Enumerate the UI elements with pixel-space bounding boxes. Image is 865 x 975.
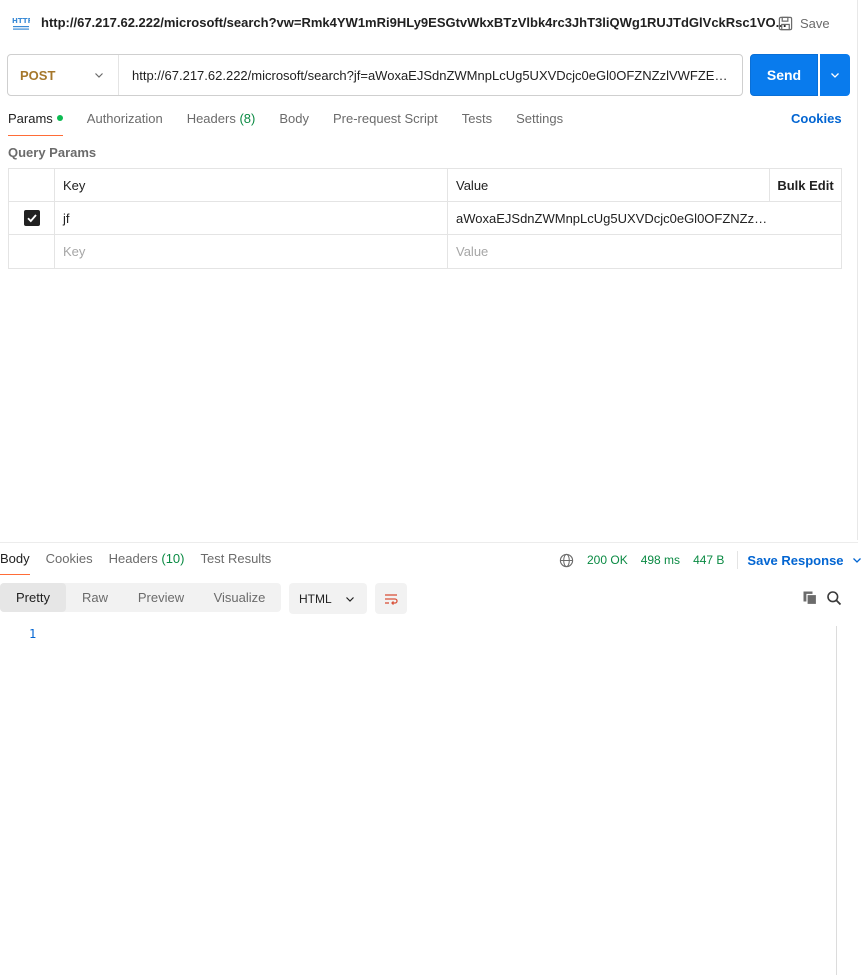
new-value-input[interactable]: Value: [448, 235, 769, 268]
query-params-table: Key Value Bulk Edit jf aWoxaEJSdnZWMnpLc…: [8, 168, 842, 269]
request-tabs: Params Authorization Headers (8) Body Pr…: [8, 108, 587, 136]
status-separator: [737, 551, 739, 569]
tab-headers[interactable]: Headers (8): [187, 108, 256, 136]
empty-checkbox-cell: [9, 235, 55, 268]
tab-tests[interactable]: Tests: [462, 108, 492, 136]
view-pretty[interactable]: Pretty: [0, 583, 66, 612]
tab-params[interactable]: Params: [8, 108, 63, 136]
response-tab-headers-label: Headers: [108, 551, 158, 566]
url-text: http://67.217.62.222/microsoft/search?jf…: [132, 67, 732, 83]
response-size[interactable]: 447 B: [693, 553, 724, 567]
request-title[interactable]: http://67.217.62.222/microsoft/search?vw…: [41, 15, 786, 30]
format-select[interactable]: HTML: [289, 583, 367, 614]
tab-params-label: Params: [8, 111, 53, 126]
pane-divider: [857, 0, 858, 540]
format-label: HTML: [299, 591, 332, 606]
bulk-edit-button[interactable]: Bulk Edit: [769, 169, 841, 201]
copy-icon[interactable]: [802, 590, 818, 606]
chevron-down-icon: [831, 73, 839, 78]
wrap-lines-button[interactable]: [375, 583, 407, 614]
check-icon: [26, 214, 37, 223]
tab-headers-label: Headers: [186, 111, 236, 126]
send-options-button[interactable]: [820, 54, 850, 96]
http-icon: HTTP: [12, 15, 33, 31]
tab-authorization[interactable]: Authorization: [87, 108, 163, 136]
chevron-down-icon: [852, 558, 861, 563]
save-icon: [778, 16, 793, 30]
save-label: Save: [800, 15, 830, 31]
tab-body[interactable]: Body: [279, 108, 309, 136]
status-code[interactable]: 200 OK: [587, 553, 628, 567]
editor-line-number: 1: [29, 627, 37, 641]
save-response-button[interactable]: Save Response: [747, 553, 861, 568]
query-params-label: Query Params: [8, 145, 97, 160]
response-time[interactable]: 498 ms: [641, 553, 680, 567]
response-tab-headers[interactable]: Headers (10): [109, 551, 185, 575]
tab-headers-count: (8): [239, 111, 256, 126]
save-response-label: Save Response: [747, 552, 844, 568]
view-mode-toggle: Pretty Raw Preview Visualize: [0, 583, 281, 612]
svg-text:HTTP: HTTP: [12, 17, 30, 25]
row-checkbox-cell: [9, 202, 55, 234]
table-header-row: Key Value Bulk Edit: [9, 169, 841, 202]
column-header-key: Key: [55, 169, 448, 201]
url-bar: POST http://67.217.62.222/microsoft/sear…: [7, 54, 743, 96]
chevron-down-icon: [346, 596, 354, 602]
response-status-row: 200 OK 498 ms 447 B Save Response: [559, 551, 862, 569]
view-preview[interactable]: Preview: [124, 583, 198, 612]
response-tab-test-results[interactable]: Test Results: [201, 551, 272, 575]
column-header-value: Value: [456, 177, 489, 193]
search-icon[interactable]: [826, 590, 842, 606]
new-key-input[interactable]: Key: [55, 235, 448, 268]
cookies-link[interactable]: Cookies: [791, 111, 842, 126]
params-active-dot: [56, 115, 63, 121]
view-raw[interactable]: Raw: [66, 583, 124, 612]
param-value-text: aWoxaEJSdnZWMnpLcUg5UXVDcjc0eGl0OFZNZzlV…: [456, 210, 769, 226]
globe-icon[interactable]: [559, 553, 574, 568]
response-tab-headers-count: (10): [161, 551, 185, 566]
editor-scrollbar[interactable]: [836, 626, 837, 975]
tab-prerequest-script[interactable]: Pre-request Script: [333, 108, 438, 136]
url-input[interactable]: http://67.217.62.222/microsoft/search?jf…: [119, 55, 742, 95]
table-row-empty: Key Value: [9, 235, 841, 268]
response-tab-body[interactable]: Body: [0, 551, 30, 575]
param-value-field[interactable]: aWoxaEJSdnZWMnpLcUg5UXVDcjc0eGl0OFZNZzlV…: [448, 202, 769, 234]
table-row: jf aWoxaEJSdnZWMnpLcUg5UXVDcjc0eGl0OFZNZ…: [9, 202, 841, 235]
method-label: POST: [20, 67, 56, 83]
response-tab-cookies[interactable]: Cookies: [46, 551, 93, 575]
wrap-lines-icon: [385, 593, 398, 605]
view-visualize[interactable]: Visualize: [198, 583, 281, 612]
response-divider[interactable]: [0, 542, 858, 543]
header-checkbox-cell: [9, 169, 55, 201]
param-key-field[interactable]: jf: [55, 202, 448, 234]
method-select[interactable]: POST: [8, 55, 119, 95]
send-button[interactable]: Send: [750, 54, 818, 96]
chevron-down-icon: [95, 73, 103, 78]
tab-settings[interactable]: Settings: [516, 108, 563, 136]
param-enabled-checkbox[interactable]: [23, 210, 40, 226]
save-button[interactable]: Save: [778, 12, 830, 34]
response-tabs: Body Cookies Headers (10) Test Results: [0, 551, 287, 577]
